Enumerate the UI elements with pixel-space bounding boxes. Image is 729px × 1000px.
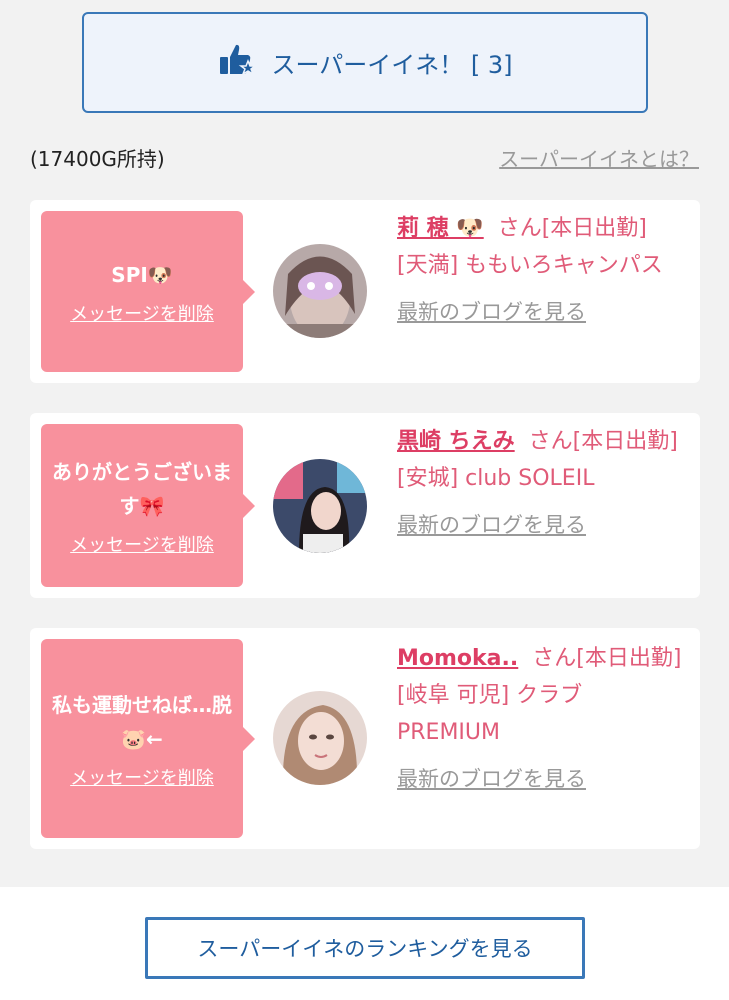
like-card: 私も運動せねば…脱🐷← メッセージを削除 Momoka.. さん[本日出勤] [岐… (30, 628, 700, 849)
thumbs-up-star-icon (217, 40, 258, 86)
what-is-super-like-link[interactable]: スーパーイイネとは？ (499, 143, 699, 172)
super-like-button[interactable]: スーパーイイネ！ [ 3] (82, 12, 648, 113)
cast-name-link[interactable]: Momoka.. (397, 646, 518, 671)
message-bubble: 私も運動せねば…脱🐷← メッセージを削除 (41, 639, 255, 838)
coin-balance: (17400G所持) (30, 147, 165, 171)
cast-status: さん[本日出勤] (497, 216, 647, 241)
cast-name-link[interactable]: 莉 穂 🐶 (397, 216, 484, 241)
message-bubble: ありがとうございます🎀 メッセージを削除 (41, 424, 255, 587)
cast-name-link[interactable]: 黒崎 ちえみ (397, 429, 515, 454)
like-card: SPI🐶 メッセージを削除 莉 穂 🐶 さん[本日出勤] [天満] ももいろキャン… (30, 200, 700, 383)
blog-link[interactable]: 最新のブログを見る (397, 507, 586, 544)
like-card: ありがとうございます🎀 メッセージを削除 黒崎 ちえみ さん[本日出勤] [安城]… (30, 413, 700, 598)
message-text: 私も運動せねば…脱🐷← (52, 692, 232, 751)
footer-area: スーパーイイネのランキングを見る (0, 887, 729, 1000)
cast-info: 黒崎 ちえみ さん[本日出勤] [安城] club SOLEIL 最新のブログを見… (397, 423, 682, 544)
super-like-label: スーパーイイネ！ [ 3] (271, 51, 513, 79)
shop-name: [岐阜 可児] クラブPREMIUM (397, 683, 583, 745)
message-bubble: SPI🐶 メッセージを削除 (41, 211, 255, 372)
blog-link[interactable]: 最新のブログを見る (397, 761, 586, 798)
avatar[interactable] (273, 459, 367, 553)
delete-message-link[interactable]: メッセージを削除 (70, 300, 214, 326)
cast-status: さん[本日出勤] (532, 646, 682, 671)
avatar[interactable] (273, 691, 367, 785)
avatar[interactable] (273, 244, 367, 338)
ranking-button[interactable]: スーパーイイネのランキングを見る (145, 917, 585, 979)
cast-info: Momoka.. さん[本日出勤] [岐阜 可児] クラブPREMIUM 最新のブ… (397, 640, 682, 798)
shop-name: [安城] club SOLEIL (397, 466, 595, 491)
cast-status: さん[本日出勤] (528, 429, 678, 454)
shop-name: [天満] ももいろキャンパス (397, 253, 663, 278)
delete-message-link[interactable]: メッセージを削除 (70, 531, 214, 557)
message-text: ありがとうございます🎀 (52, 459, 232, 518)
message-text: SPI🐶 (111, 262, 173, 287)
cast-info: 莉 穂 🐶 さん[本日出勤] [天満] ももいろキャンパス 最新のブログを見る (397, 210, 682, 331)
delete-message-link[interactable]: メッセージを削除 (70, 764, 214, 790)
blog-link[interactable]: 最新のブログを見る (397, 294, 586, 331)
